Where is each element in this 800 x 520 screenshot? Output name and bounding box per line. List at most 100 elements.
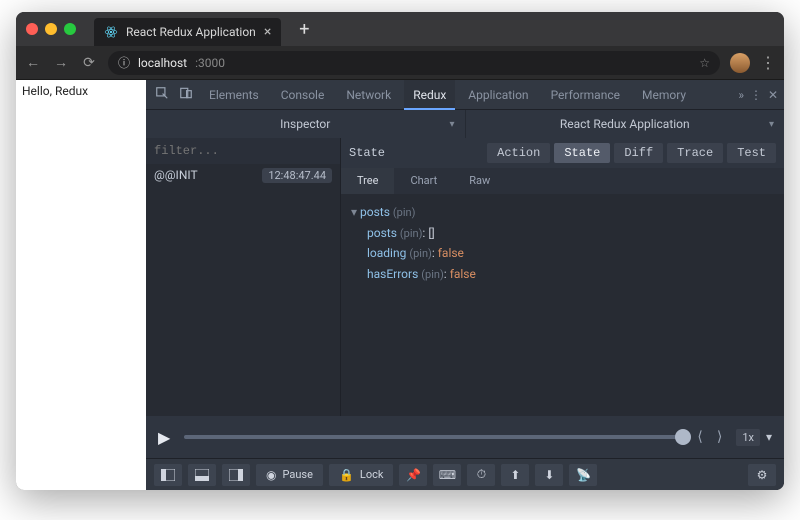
devtools-tab-console[interactable]: Console <box>272 80 334 110</box>
playback-slider[interactable] <box>184 435 683 439</box>
action-list-panel: @@INIT 12:48:47.44 <box>146 138 341 416</box>
devtools-panel: Elements Console Network Redux Applicati… <box>146 80 784 490</box>
lock-label: Lock <box>360 468 384 481</box>
import-button[interactable]: ⬆ <box>501 464 529 486</box>
pause-recording-button[interactable]: ◉Pause <box>256 464 323 486</box>
state-tree[interactable]: ▾ posts (pin) posts (pin): [] loading (p… <box>341 194 784 416</box>
devtools-tab-redux[interactable]: Redux <box>404 80 455 110</box>
action-name: @@INIT <box>154 168 198 183</box>
profile-avatar[interactable] <box>730 53 750 73</box>
address-bar[interactable]: ⓘ localhost:3000 ☆ <box>108 51 720 75</box>
minimize-window-button[interactable] <box>45 23 57 35</box>
pin-button[interactable]: 📌 <box>399 464 427 486</box>
view-button-test[interactable]: Test <box>727 143 776 163</box>
close-tab-icon[interactable]: × <box>264 24 271 40</box>
tab-title: React Redux Application <box>126 25 256 39</box>
state-header: State Action State Diff Trace Test <box>341 138 784 168</box>
browser-window: React Redux Application × + ← → ⟳ ⓘ loca… <box>16 12 784 490</box>
devtools-tab-elements[interactable]: Elements <box>200 80 268 110</box>
devtools-tabs: Elements Console Network Redux Applicati… <box>146 80 784 110</box>
slider-knob[interactable] <box>675 429 691 445</box>
site-info-icon[interactable]: ⓘ <box>118 54 130 71</box>
redux-panels: @@INIT 12:48:47.44 State Action State Di… <box>146 138 784 416</box>
devtools-more-tabs-icon[interactable]: » <box>738 88 744 102</box>
expand-caret-icon[interactable]: ▾ <box>351 205 360 219</box>
action-item[interactable]: @@INIT 12:48:47.44 <box>146 164 340 187</box>
devtools-tab-application[interactable]: Application <box>459 80 537 110</box>
devtools-tab-network[interactable]: Network <box>337 80 400 110</box>
tree-row[interactable]: ▾ posts (pin) <box>351 202 774 223</box>
browser-toolbar: ← → ⟳ ⓘ localhost:3000 ☆ ⋮ <box>16 46 784 80</box>
back-button[interactable]: ← <box>24 54 42 71</box>
view-button-diff[interactable]: Diff <box>614 143 663 163</box>
view-button-action[interactable]: Action <box>487 143 550 163</box>
devtools-close-icon[interactable]: ✕ <box>768 88 778 102</box>
slider-toggle-button[interactable]: ⏱ <box>467 464 495 486</box>
tree-key: hasErrors <box>367 267 418 281</box>
devtools-tab-memory[interactable]: Memory <box>633 80 695 110</box>
content-area: Hello, Redux Elements Console Network Re… <box>16 80 784 490</box>
tree-value: false <box>450 267 476 281</box>
monitor-selector[interactable]: Inspector ▾ <box>146 110 466 138</box>
dispatch-button[interactable]: ⌨ <box>433 464 461 486</box>
speed-selector[interactable]: 1x ▾ <box>736 429 772 446</box>
chevron-down-icon: ▾ <box>449 119 454 130</box>
pin-label[interactable]: (pin) <box>400 227 423 240</box>
state-label: State <box>349 146 385 160</box>
view-button-trace[interactable]: Trace <box>667 143 723 163</box>
tree-key: posts <box>360 205 390 219</box>
record-icon: ◉ <box>266 468 276 482</box>
state-panel: State Action State Diff Trace Test Tree … <box>341 138 784 416</box>
reload-button[interactable]: ⟳ <box>80 55 98 71</box>
instance-selector[interactable]: React Redux Application ▾ <box>466 110 785 138</box>
stopwatch-off-icon: ⏱ <box>477 467 486 482</box>
subtab-raw[interactable]: Raw <box>453 168 506 194</box>
pin-label[interactable]: (pin) <box>421 268 444 281</box>
layout-right-button[interactable] <box>222 464 250 486</box>
subtab-tree[interactable]: Tree <box>341 168 394 194</box>
settings-button[interactable]: ⚙ <box>748 464 776 486</box>
inspect-element-icon[interactable] <box>152 86 172 103</box>
url-port: :3000 <box>195 56 225 70</box>
layout-bottom-button[interactable] <box>188 464 216 486</box>
filter-bar <box>146 138 340 164</box>
export-button[interactable]: ⬇ <box>535 464 563 486</box>
tree-row[interactable]: hasErrors (pin): false <box>351 264 774 285</box>
chevron-down-icon: ▾ <box>766 430 772 444</box>
lock-button[interactable]: 🔒Lock <box>329 464 393 486</box>
devtools-tab-performance[interactable]: Performance <box>542 80 629 110</box>
bookmark-icon[interactable]: ☆ <box>699 56 710 70</box>
remote-button[interactable]: 📡 <box>569 464 597 486</box>
action-timestamp: 12:48:47.44 <box>262 168 332 183</box>
close-window-button[interactable] <box>26 23 38 35</box>
new-tab-button[interactable]: + <box>289 19 319 40</box>
tree-row[interactable]: loading (pin): false <box>351 243 774 264</box>
react-icon <box>104 25 118 39</box>
forward-button[interactable]: → <box>52 54 70 71</box>
filter-input[interactable] <box>154 144 332 158</box>
pin-label[interactable]: (pin) <box>409 247 432 260</box>
play-button[interactable]: ▶ <box>158 428 170 447</box>
gear-icon: ⚙ <box>757 468 768 482</box>
chevron-down-icon: ▾ <box>769 119 774 130</box>
device-toggle-icon[interactable] <box>176 86 196 103</box>
layout-left-button[interactable] <box>154 464 182 486</box>
page-text: Hello, Redux <box>22 84 88 98</box>
browser-menu-icon[interactable]: ⋮ <box>760 53 776 72</box>
step-forward-button[interactable]: ⟩ <box>717 429 722 445</box>
maximize-window-button[interactable] <box>64 23 76 35</box>
pin-label[interactable]: (pin) <box>393 206 416 219</box>
upload-icon: ⬆ <box>510 468 520 482</box>
browser-tab[interactable]: React Redux Application × <box>94 18 281 46</box>
step-back-button[interactable]: ⟨ <box>697 429 702 445</box>
devtools-settings-icon[interactable]: ⋮ <box>750 88 762 102</box>
tree-row[interactable]: posts (pin): [] <box>351 223 774 244</box>
page-viewport: Hello, Redux <box>16 80 146 490</box>
speed-label: 1x <box>736 429 760 446</box>
bottom-toolbar: ◉Pause 🔒Lock 📌 ⌨ ⏱ ⬆ ⬇ 📡 ⚙ <box>146 458 784 490</box>
view-button-state[interactable]: State <box>554 143 610 163</box>
antenna-icon: 📡 <box>576 468 591 482</box>
tree-key: loading <box>367 246 406 260</box>
pin-icon: 📌 <box>406 468 421 482</box>
subtab-chart[interactable]: Chart <box>394 168 453 194</box>
